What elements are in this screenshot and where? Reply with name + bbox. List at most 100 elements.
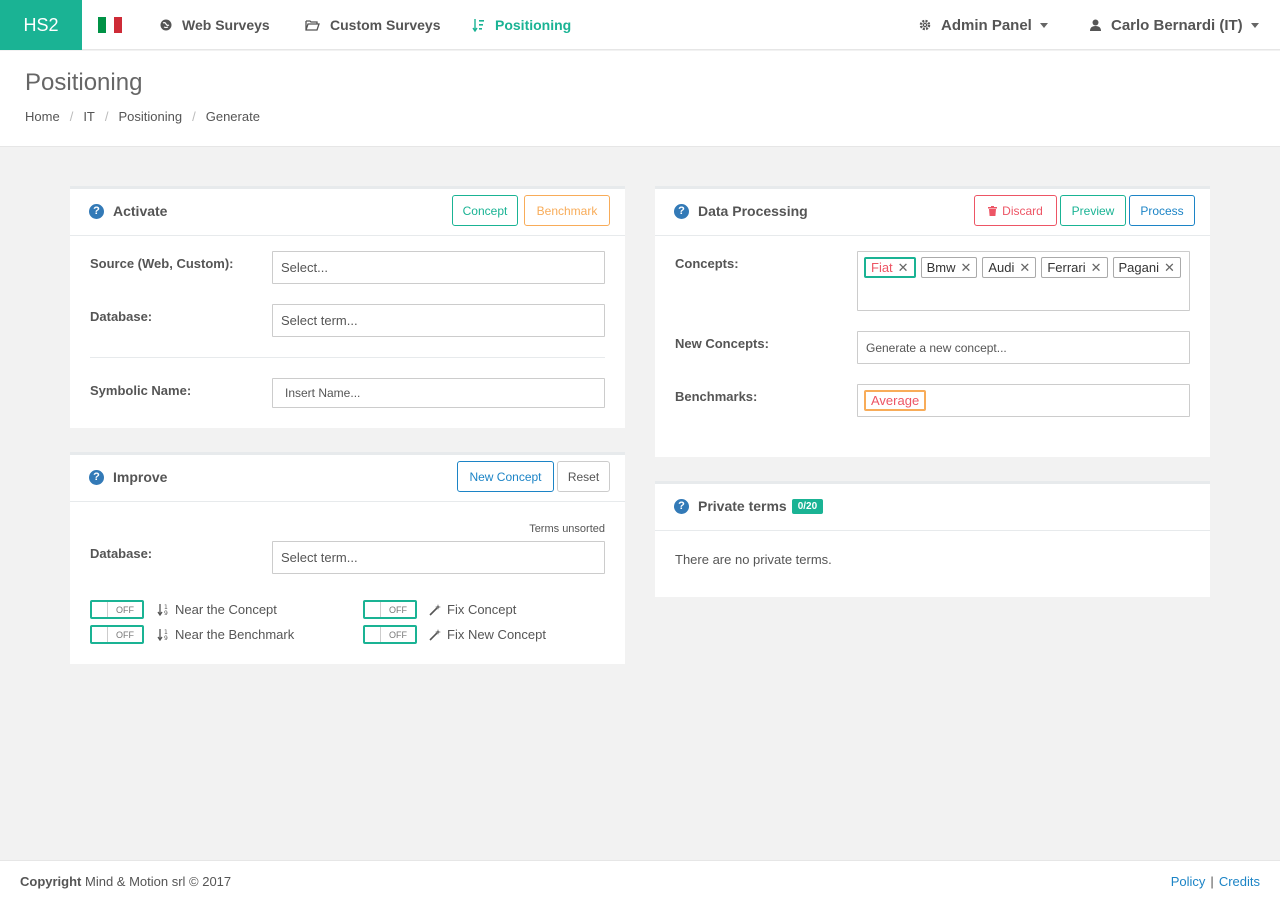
reset-button[interactable]: Reset (557, 461, 610, 492)
private-terms-count-badge: 0/20 (791, 498, 824, 514)
question-circle-icon[interactable]: ? (674, 498, 689, 514)
question-circle-icon[interactable]: ? (674, 203, 689, 219)
nav-positioning[interactable]: Positioning (472, 0, 571, 50)
remove-icon[interactable]: ✕ (1019, 260, 1030, 276)
nav-custom-surveys-label: Custom Surveys (330, 17, 441, 33)
benchmarks-tag-input[interactable]: Average (857, 384, 1190, 417)
concepts-tag-input[interactable]: Fiat ✕ Bmw ✕ Audi ✕ Ferrari ✕ Pagani ✕ (857, 251, 1190, 311)
concept-tag-label: Ferrari (1047, 260, 1086, 275)
fix-concept-toggle[interactable]: OFF (363, 600, 417, 619)
sort-amount-icon: 19 (157, 604, 168, 616)
page-header: Positioning Home / IT / Positioning / Ge… (0, 51, 1280, 147)
benchmark-tag[interactable]: Average (864, 390, 927, 411)
concept-tag-label: Bmw (926, 260, 956, 275)
copyright-bold: Copyright (20, 874, 82, 889)
preview-button[interactable]: Preview (1060, 195, 1126, 226)
gear-icon (919, 19, 931, 31)
policy-link[interactable]: Policy (1171, 874, 1206, 889)
near-benchmark-toggle[interactable]: OFF (90, 625, 144, 644)
discard-button[interactable]: Discard (974, 195, 1057, 226)
nav-web-surveys-label: Web Surveys (182, 17, 270, 33)
new-concepts-label: New Concepts: (675, 336, 769, 351)
sort-numeric-icon (472, 19, 484, 32)
database-select[interactable]: Select term... (272, 304, 605, 337)
nav-web-surveys[interactable]: Web Surveys (160, 0, 270, 50)
copyright-text: Mind & Motion srl © 2017 (81, 874, 232, 889)
remove-icon[interactable]: ✕ (960, 260, 971, 276)
remove-icon[interactable]: ✕ (898, 260, 909, 276)
process-button[interactable]: Process (1129, 195, 1195, 226)
improve-panel: ? Improve New Concept Reset Terms unsort… (70, 452, 625, 664)
admin-panel-dropdown[interactable]: Admin Panel (919, 0, 1048, 50)
concept-tag[interactable]: Fiat ✕ (864, 257, 916, 278)
footer-separator: | (1210, 874, 1214, 889)
terms-unsorted-label: Terms unsorted (529, 523, 605, 535)
improve-panel-header: ? Improve New Concept Reset (70, 455, 625, 502)
breadcrumb-home[interactable]: Home (25, 109, 60, 124)
private-terms-title: ? Private terms 0/20 (674, 498, 824, 514)
fix-new-concept-toggle[interactable]: OFF (363, 625, 417, 644)
page-title: Positioning (25, 69, 143, 96)
breadcrumb-separator: / (192, 109, 196, 124)
trash-icon (988, 205, 998, 216)
nav-positioning-label: Positioning (495, 17, 572, 33)
activate-title-text: Activate (113, 203, 168, 219)
magic-wand-icon (429, 628, 441, 641)
data-processing-title: ? Data Processing (674, 203, 808, 219)
credits-link[interactable]: Credits (1219, 874, 1260, 889)
italy-flag-icon[interactable] (98, 17, 122, 33)
near-benchmark-label: Near the Benchmark (175, 627, 295, 642)
symbolic-name-input[interactable]: Insert Name... (272, 378, 605, 408)
breadcrumb-positioning[interactable]: Positioning (119, 109, 183, 124)
concept-tag[interactable]: Pagani ✕ (1112, 257, 1181, 278)
toggle-state: OFF (116, 629, 134, 640)
remove-icon[interactable]: ✕ (1164, 260, 1175, 276)
nav-custom-surveys[interactable]: Custom Surveys (305, 0, 440, 50)
improve-title: ? Improve (89, 469, 167, 485)
near-concept-toggle[interactable]: OFF (90, 600, 144, 619)
near-concept-label: Near the Concept (175, 602, 277, 617)
copyright: Copyright Mind & Motion srl © 2017 (20, 874, 231, 889)
discard-label: Discard (1002, 203, 1043, 218)
benchmark-button[interactable]: Benchmark (524, 195, 610, 226)
activate-panel: ? Activate Concept Benchmark Source (Web… (70, 186, 625, 428)
source-select[interactable]: Select... (272, 251, 605, 284)
chevron-down-icon (1039, 22, 1048, 28)
near-concept-option: 19 Near the Concept (157, 602, 277, 617)
remove-icon[interactable]: ✕ (1091, 260, 1102, 276)
breadcrumb: Home / IT / Positioning / Generate (25, 109, 260, 124)
new-concepts-input[interactable]: Generate a new concept... (857, 331, 1190, 364)
improve-database-label: Database: (90, 546, 153, 561)
fix-new-concept-label: Fix New Concept (447, 627, 546, 642)
benchmarks-label: Benchmarks: (675, 389, 758, 404)
brand-logo[interactable]: HS2 (0, 0, 82, 50)
svg-text:9: 9 (164, 635, 168, 641)
folder-open-icon (305, 20, 320, 31)
top-navbar: HS2 Web Surveys Custom Surveys Positioni… (0, 0, 1280, 50)
concepts-label: Concepts: (675, 256, 739, 271)
improve-database-select[interactable]: Select term... (272, 541, 605, 574)
private-terms-title-text: Private terms (698, 498, 787, 514)
concept-button[interactable]: Concept (452, 195, 518, 226)
concept-tag[interactable]: Audi ✕ (982, 257, 1037, 278)
concept-tag-label: Pagani (1118, 260, 1159, 275)
source-label: Source (Web, Custom): (90, 256, 234, 271)
divider (90, 357, 605, 358)
svg-text:9: 9 (164, 610, 168, 616)
fix-new-concept-option: Fix New Concept (429, 627, 546, 642)
concept-tag[interactable]: Bmw ✕ (920, 257, 978, 278)
activate-panel-header: ? Activate Concept Benchmark (70, 189, 625, 236)
concept-tag-label: Audi (988, 260, 1015, 275)
fix-concept-option: Fix Concept (429, 602, 516, 617)
new-concept-button[interactable]: New Concept (457, 461, 554, 492)
user-dropdown[interactable]: Carlo Bernardi (IT) (1090, 0, 1259, 50)
data-processing-panel: ? Data Processing Discard Preview Proces… (655, 186, 1210, 457)
data-processing-header: ? Data Processing Discard Preview Proces… (655, 189, 1210, 236)
toggle-state: OFF (116, 604, 134, 615)
question-circle-icon[interactable]: ? (89, 469, 104, 485)
question-circle-icon[interactable]: ? (89, 203, 104, 219)
admin-panel-label: Admin Panel (941, 16, 1032, 34)
breadcrumb-it[interactable]: IT (83, 109, 95, 124)
sort-amount-icon: 19 (157, 629, 168, 641)
concept-tag[interactable]: Ferrari ✕ (1041, 257, 1108, 278)
